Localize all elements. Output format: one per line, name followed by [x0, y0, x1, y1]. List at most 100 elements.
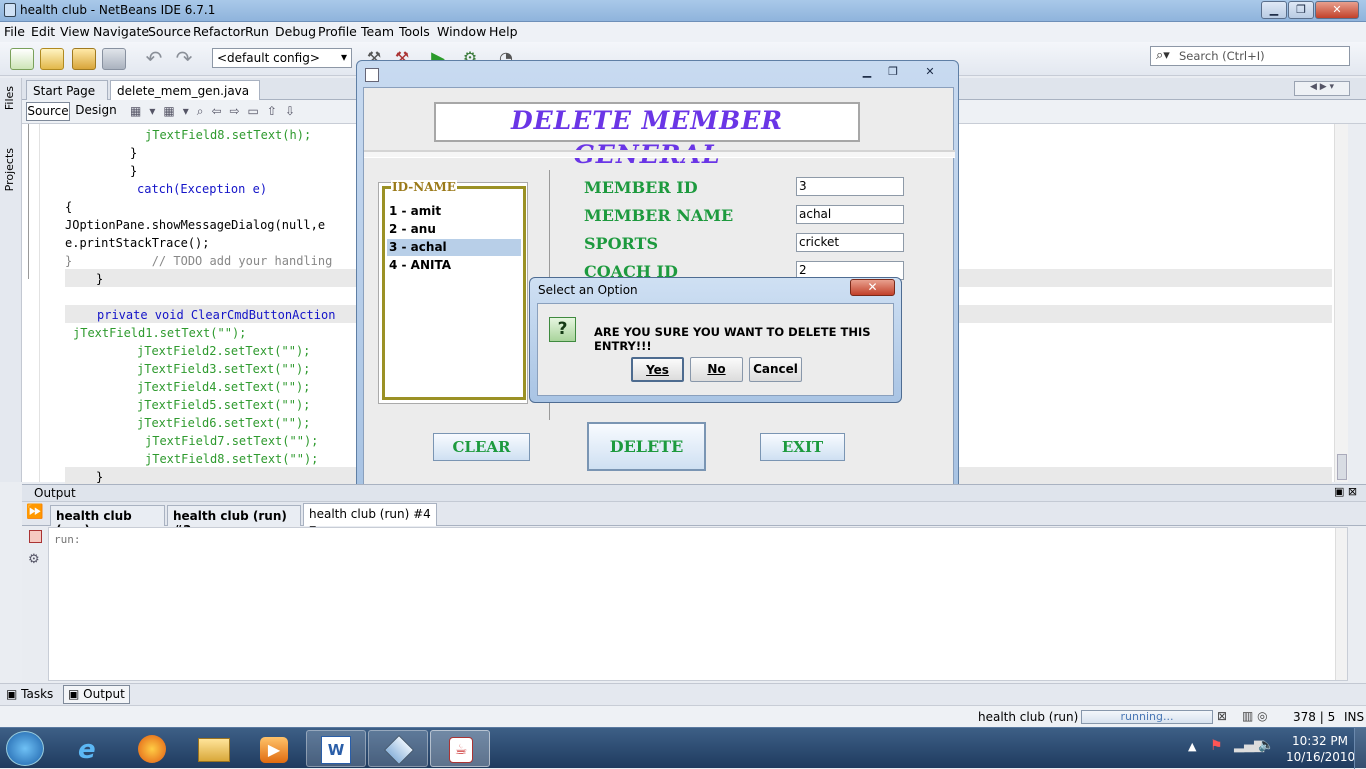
menu-tools[interactable]: Tools — [399, 24, 430, 39]
new-project-icon[interactable] — [40, 48, 64, 70]
tab-output-run[interactable]: health club (run) ⊠ — [50, 505, 165, 537]
open-project-icon[interactable] — [72, 48, 96, 70]
clock-date[interactable]: 10/16/2010 — [1286, 750, 1355, 764]
start-button[interactable] — [6, 731, 44, 766]
tab-start-page[interactable]: Start Page ⊠ — [26, 80, 108, 112]
list-item-selected[interactable]: 3 - achal — [387, 239, 521, 256]
word-icon[interactable]: W — [306, 730, 366, 767]
member-name-label: MEMBER NAME — [584, 206, 734, 225]
code-line: JOptionPane.showMessageDialog(null,e — [65, 218, 326, 232]
menu-view[interactable]: View — [60, 24, 90, 39]
menu-debug[interactable]: Debug — [275, 24, 316, 39]
menu-team[interactable]: Team — [361, 24, 394, 39]
exit-button[interactable]: EXIT — [760, 433, 845, 461]
dialog-message: ARE YOU SURE YOU WANT TO DELETE THIS ENT… — [594, 325, 871, 353]
menu-run[interactable]: Run — [245, 24, 269, 39]
files-tab[interactable]: Files — [3, 86, 16, 110]
menu-edit[interactable]: Edit — [31, 24, 55, 39]
code-line: jTextField5.setText(""); — [137, 398, 311, 412]
delete-button[interactable]: DELETE — [587, 422, 706, 471]
yes-button[interactable]: Yes — [631, 357, 684, 382]
menu-file[interactable]: File — [4, 24, 25, 39]
cancel-task-icon[interactable]: ⊠ — [1217, 709, 1227, 723]
tab-output-run-3[interactable]: health club (run) #3 ⊠ — [167, 505, 301, 537]
code-line: jTextField8.setText(""); — [145, 452, 319, 466]
cancel-button[interactable]: Cancel — [749, 357, 802, 382]
code-line: { — [65, 200, 73, 214]
windows-taskbar: e ▶ W ☕ ▲ ⚑ ▂▄▆ 🔈 10:32 PM 10/16/2010 — [0, 727, 1366, 769]
list-item[interactable]: 1 - amit — [387, 203, 521, 220]
source-mode-button[interactable]: Source — [26, 102, 70, 121]
explorer-icon[interactable] — [184, 730, 244, 767]
clock-time[interactable]: 10:32 PM — [1292, 734, 1348, 748]
search-input[interactable]: ⌕▾ Search (Ctrl+I) — [1150, 46, 1350, 66]
id-name-list[interactable]: ID-NAME 1 - amit 2 - anu 3 - achal 4 - A… — [378, 180, 528, 404]
stop-icon[interactable] — [29, 530, 42, 543]
menu-refactor[interactable]: Refactor — [193, 24, 245, 39]
code-line: } — [96, 272, 104, 286]
code-line: jTextField1.setText(""); — [73, 326, 247, 340]
code-line: } — [96, 470, 104, 484]
ie-icon[interactable]: e — [62, 730, 122, 767]
code-line: catch(Exception e) — [137, 182, 268, 196]
projects-tab[interactable]: Projects — [3, 148, 16, 191]
editor-tool-icons[interactable]: ▦▾▦▾⌕⇦⇨▭⇧⇩ — [130, 104, 370, 120]
dialog-title: Select an Option — [538, 283, 638, 297]
close-button[interactable]: ✕ — [1315, 1, 1359, 19]
tasks-tab[interactable]: ▣ Tasks — [6, 687, 53, 701]
tray-expand-icon[interactable]: ▲ — [1188, 740, 1196, 753]
new-file-icon[interactable] — [10, 48, 34, 70]
menu-navigate[interactable]: Navigate — [93, 24, 149, 39]
flag-icon[interactable]: ⚑ — [1210, 738, 1223, 754]
list-item[interactable]: 2 - anu — [387, 221, 521, 238]
media-player-icon[interactable]: ▶ — [244, 730, 304, 767]
maximize-button[interactable]: ❐ — [1288, 1, 1314, 19]
minimize-button[interactable]: ▁ — [1261, 1, 1287, 19]
confirm-dialog: Select an Option ✕ ? ARE YOU SURE YOU WA… — [529, 277, 902, 403]
dialog-close-button[interactable]: ✕ — [850, 279, 895, 296]
panel-controls[interactable]: ▣ ⊠ — [1334, 485, 1357, 498]
ide-title-bar: health club - NetBeans IDE 6.7.1 ▁ ❐ ✕ — [0, 0, 1366, 22]
sports-field[interactable]: cricket — [796, 233, 904, 252]
cursor-position: 378 | 5 — [1293, 710, 1336, 724]
menu-help[interactable]: Help — [489, 24, 518, 39]
tab-output-run-4[interactable]: health club (run) #4 ⊠ — [303, 503, 437, 535]
clear-button[interactable]: CLEAR — [433, 433, 530, 461]
output-tab[interactable]: ▣ Output — [63, 685, 130, 704]
app-close-button[interactable]: ✕ — [913, 64, 947, 82]
netbeans-taskbar-icon[interactable] — [368, 730, 428, 767]
list-item[interactable]: 4 - ANITA — [387, 257, 521, 274]
rerun-icon[interactable]: ⏩ — [26, 504, 43, 520]
status-icons: ▥ ◎ — [1242, 709, 1268, 723]
output-scrollbar[interactable] — [1335, 528, 1347, 680]
menu-profile[interactable]: Profile — [318, 24, 357, 39]
app-minimize-button[interactable]: ▁ — [854, 64, 880, 82]
code-line: jTextField4.setText(""); — [137, 380, 311, 394]
volume-icon[interactable]: 🔈 — [1258, 738, 1274, 753]
undo-icon[interactable]: ↶ — [142, 48, 166, 70]
firefox-icon[interactable] — [124, 730, 184, 767]
java-app-taskbar-icon[interactable]: ☕ — [430, 730, 490, 767]
config-select[interactable]: <default config> ▾ — [212, 48, 352, 68]
java-icon — [365, 68, 379, 82]
code-line: } // TODO add your handling — [65, 254, 333, 268]
show-desktop-button[interactable] — [1354, 728, 1366, 769]
menu-source[interactable]: Source — [148, 24, 191, 39]
tab-scroll-buttons[interactable]: ◀ ▶ ▾ — [1294, 81, 1350, 96]
design-mode-button[interactable]: Design — [74, 102, 118, 121]
settings-icon[interactable]: ⚙ — [28, 552, 40, 567]
delete-member-window: ▁ ❐ ✕ DELETE MEMBER GENERAL ID-NAME 1 - … — [356, 60, 959, 491]
app-maximize-button[interactable]: ❐ — [880, 64, 906, 82]
tab-delete-mem-gen[interactable]: delete_mem_gen.java ⊠ — [110, 80, 260, 112]
save-all-icon[interactable] — [102, 48, 126, 70]
no-button[interactable]: No — [690, 357, 743, 382]
code-line: jTextField7.setText(""); — [145, 434, 319, 448]
menu-window[interactable]: Window — [437, 24, 486, 39]
member-id-field[interactable]: 3 — [796, 177, 904, 196]
member-name-field[interactable]: achal — [796, 205, 904, 224]
output-tabs: ⏩ health club (run) ⊠ health club (run) … — [22, 502, 1366, 537]
redo-icon[interactable]: ↷ — [172, 48, 196, 70]
editor-scrollbar[interactable] — [1334, 124, 1348, 482]
progress-bar: running... — [1081, 710, 1213, 724]
output-console[interactable]: run: — [48, 527, 1348, 681]
